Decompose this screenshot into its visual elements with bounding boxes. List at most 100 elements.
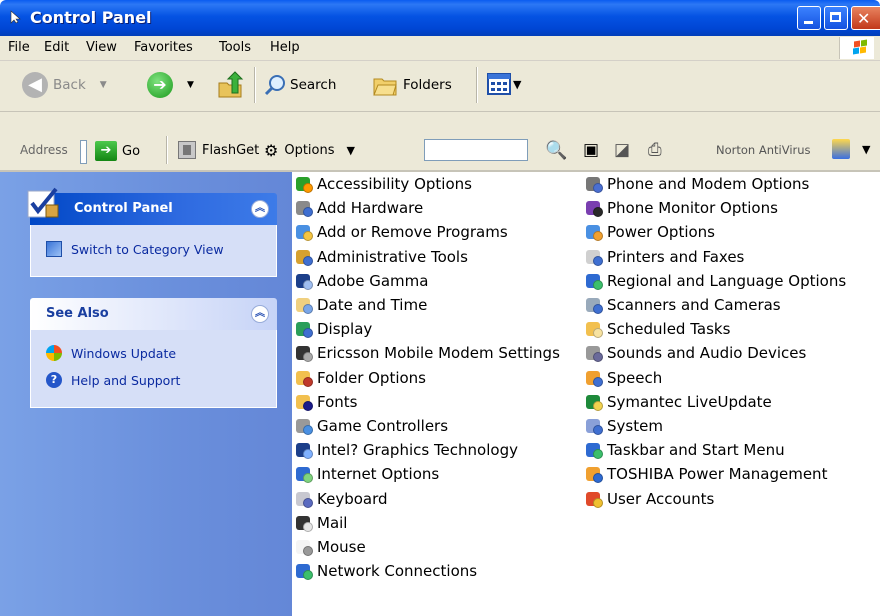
views-button[interactable]: ▼ bbox=[487, 73, 521, 95]
back-button[interactable]: ◀ Back ▼ bbox=[22, 72, 107, 98]
internet-options-icon bbox=[294, 464, 314, 484]
windows-update-icon bbox=[46, 345, 62, 361]
ericsson-modem-icon bbox=[294, 343, 314, 363]
control-panel-item[interactable]: Ericsson Mobile Modem Settings bbox=[294, 341, 560, 365]
control-panel-item-label: Ericsson Mobile Modem Settings bbox=[317, 344, 560, 363]
control-panel-item-label: Accessibility Options bbox=[317, 175, 472, 194]
control-panel-item-label: Scanners and Cameras bbox=[607, 296, 781, 315]
control-panel-item[interactable]: Symantec LiveUpdate bbox=[584, 390, 846, 414]
control-panel-item[interactable]: Date and Time bbox=[294, 293, 560, 317]
windows-update-link[interactable]: Windows Update bbox=[46, 345, 176, 361]
capture-icon[interactable]: ◪ bbox=[614, 140, 630, 160]
printers-faxes-icon bbox=[584, 247, 604, 267]
power-options-icon bbox=[584, 222, 604, 242]
views-icon bbox=[487, 73, 511, 95]
speech-icon bbox=[584, 368, 604, 388]
control-panel-panel-header[interactable]: Control Panel ︽ bbox=[27, 187, 277, 225]
control-panel-item[interactable]: Adobe Gamma bbox=[294, 269, 560, 293]
switch-category-view-link[interactable]: Switch to Category View bbox=[46, 241, 224, 257]
control-panel-item-label: Mail bbox=[317, 513, 348, 532]
forward-button[interactable]: ➔ ▼ bbox=[147, 72, 194, 98]
go-button[interactable]: ➔ Go bbox=[95, 141, 140, 161]
control-panel-item[interactable]: Taskbar and Start Menu bbox=[584, 438, 846, 462]
control-panel-item[interactable]: Phone and Modem Options bbox=[584, 172, 846, 196]
collapse-chevron-icon[interactable]: ︽ bbox=[251, 200, 269, 218]
control-panel-item[interactable]: Network Connections bbox=[294, 559, 560, 583]
control-panel-item[interactable]: Scanners and Cameras bbox=[584, 293, 846, 317]
control-panel-item[interactable]: User Accounts bbox=[584, 486, 846, 510]
control-panel-item[interactable]: Power Options bbox=[584, 220, 846, 244]
regional-language-icon bbox=[584, 271, 604, 291]
control-panel-panel-title: Control Panel bbox=[74, 201, 173, 216]
options-button[interactable]: ⚙ Options ▼ bbox=[264, 141, 355, 160]
go-label: Go bbox=[122, 143, 141, 159]
mail-icon bbox=[294, 513, 314, 533]
flashget-button[interactable]: FlashGet bbox=[178, 141, 259, 159]
add-hardware-icon bbox=[294, 198, 314, 218]
date-time-icon bbox=[294, 295, 314, 315]
control-panel-item[interactable]: Printers and Faxes bbox=[584, 245, 846, 269]
control-panel-icon bbox=[10, 10, 21, 24]
control-panel-item[interactable]: Folder Options bbox=[294, 366, 560, 390]
magnifier-icon[interactable]: 🔍 bbox=[545, 140, 567, 161]
control-panel-item-label: Fonts bbox=[317, 392, 358, 411]
folders-label: Folders bbox=[403, 77, 452, 93]
control-panel-item[interactable]: Add or Remove Programs bbox=[294, 220, 560, 244]
control-panel-item[interactable]: Regional and Language Options bbox=[584, 269, 846, 293]
control-panel-item-label: Display bbox=[317, 320, 373, 339]
scheduled-tasks-icon bbox=[584, 319, 604, 339]
menu-edit[interactable]: Edit bbox=[44, 40, 69, 55]
menu-help[interactable]: Help bbox=[270, 40, 300, 55]
address-label: Address bbox=[20, 143, 68, 157]
control-panel-item[interactable]: Administrative Tools bbox=[294, 245, 560, 269]
control-panel-item[interactable]: Scheduled Tasks bbox=[584, 317, 846, 341]
control-panel-item[interactable]: Game Controllers bbox=[294, 414, 560, 438]
scanners-cameras-icon bbox=[584, 295, 604, 315]
norton-antivirus-label[interactable]: Norton AntiVirus bbox=[716, 143, 811, 157]
windows-logo-icon bbox=[839, 37, 874, 59]
control-panel-item[interactable]: TOSHIBA Power Management bbox=[584, 462, 846, 486]
control-panel-item[interactable]: Accessibility Options bbox=[294, 172, 560, 196]
flashget-search-input[interactable] bbox=[424, 139, 528, 161]
control-panel-item[interactable]: System bbox=[584, 414, 846, 438]
control-panel-item-label: Add Hardware bbox=[317, 199, 424, 218]
norton-dropdown-icon[interactable]: ▼ bbox=[862, 143, 870, 156]
web-page-icon[interactable]: ▣ bbox=[583, 140, 599, 160]
title-bar[interactable]: Control Panel ✕ bbox=[0, 0, 880, 36]
fonts-icon bbox=[294, 392, 314, 412]
menu-favorites[interactable]: Favorites bbox=[134, 40, 193, 55]
network-connections-icon bbox=[294, 561, 314, 581]
control-panel-item[interactable]: Add Hardware bbox=[294, 196, 560, 220]
search-button[interactable]: Search bbox=[263, 73, 336, 97]
game-controllers-icon bbox=[294, 416, 314, 436]
control-panel-item[interactable]: Intel? Graphics Technology bbox=[294, 438, 560, 462]
up-folder-button[interactable] bbox=[216, 71, 244, 99]
menu-tools[interactable]: Tools bbox=[219, 40, 251, 55]
mouse-icon bbox=[294, 537, 314, 557]
windows-update-label: Windows Update bbox=[71, 345, 177, 361]
control-panel-item[interactable]: Internet Options bbox=[294, 462, 560, 486]
up-folder-icon bbox=[218, 71, 244, 98]
control-panel-item[interactable]: Fonts bbox=[294, 390, 560, 414]
control-panel-item[interactable]: Mail bbox=[294, 511, 560, 535]
control-panel-item-label: Symantec LiveUpdate bbox=[607, 392, 772, 411]
control-panel-item[interactable]: Keyboard bbox=[294, 486, 560, 510]
menu-view[interactable]: View bbox=[86, 40, 117, 55]
control-panel-item[interactable]: Mouse bbox=[294, 535, 560, 559]
keyboard-icon bbox=[294, 489, 314, 509]
close-button[interactable]: ✕ bbox=[851, 6, 880, 30]
forward-arrow-icon: ➔ bbox=[147, 72, 173, 98]
print-icon[interactable]: ⎙ bbox=[648, 140, 662, 160]
control-panel-item[interactable]: Speech bbox=[584, 366, 846, 390]
see-also-panel-header[interactable]: See Also ︽ bbox=[30, 298, 277, 330]
help-support-link[interactable]: ? Help and Support bbox=[46, 372, 180, 388]
norton-icon[interactable] bbox=[832, 139, 850, 159]
menu-file[interactable]: File bbox=[8, 40, 30, 55]
collapse-chevron-icon[interactable]: ︽ bbox=[251, 305, 269, 323]
maximize-button[interactable] bbox=[824, 6, 848, 30]
minimize-button[interactable] bbox=[797, 6, 821, 30]
control-panel-item[interactable]: Display bbox=[294, 317, 560, 341]
folders-button[interactable]: Folders bbox=[372, 73, 452, 97]
control-panel-item[interactable]: Phone Monitor Options bbox=[584, 196, 846, 220]
control-panel-item[interactable]: Sounds and Audio Devices bbox=[584, 341, 846, 365]
